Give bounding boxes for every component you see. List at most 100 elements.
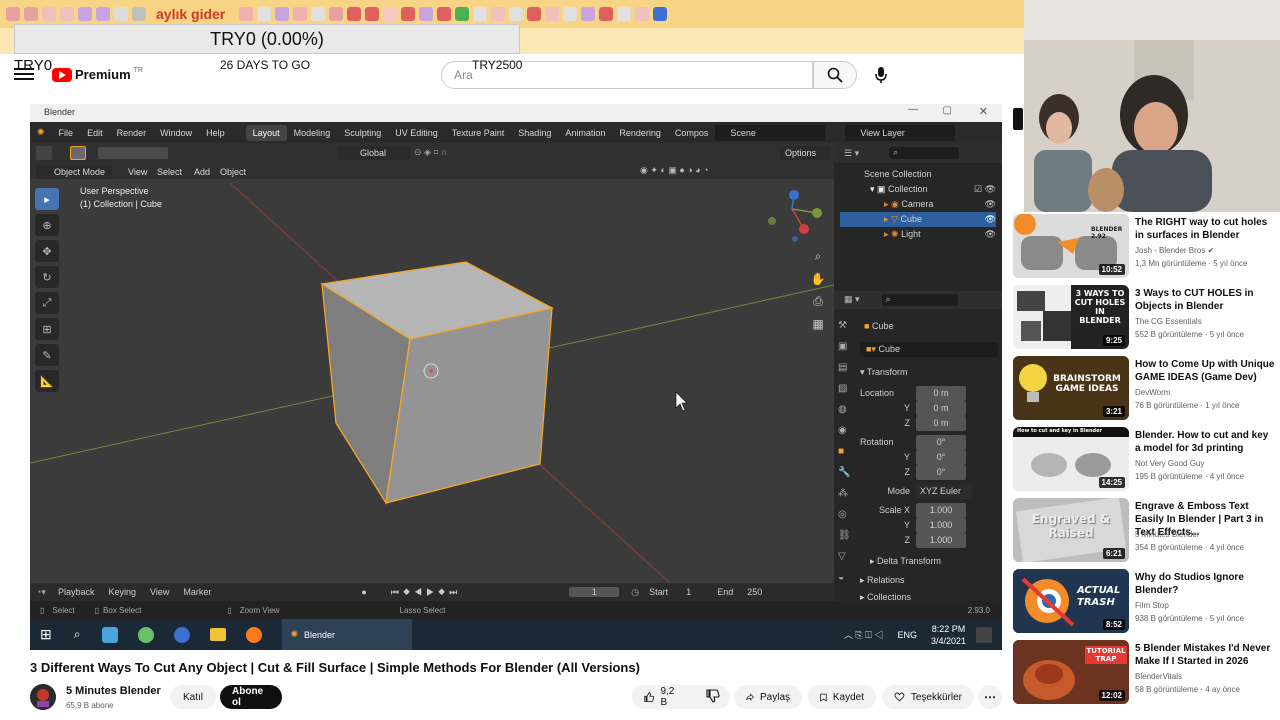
end-frame-field[interactable]: 250 [747, 587, 762, 597]
view-layer-tab-icon[interactable]: ▧ [838, 378, 854, 399]
system-tray-icons[interactable]: ︿ ⎘ ◫ ◁ [844, 628, 884, 641]
workspace-tab-sculpting[interactable]: Sculpting [337, 128, 388, 138]
data-tab-icon[interactable]: ▽ [838, 546, 854, 567]
workspace-tab-compositing[interactable]: Compos [668, 128, 716, 138]
video-thumbnail[interactable]: Engraved & Raised 6:21 [1013, 498, 1129, 562]
select-tool-icon[interactable] [70, 146, 86, 160]
viewport-menu-select[interactable]: Select [157, 167, 182, 177]
rotation-mode-dropdown[interactable]: XYZ Euler [916, 484, 972, 499]
measure-tool-icon[interactable]: 📐 [35, 370, 59, 392]
select-mode-buttons[interactable] [98, 147, 168, 159]
video-player[interactable]: Blender ✕ ▢ — ✺ File Edit Render Window … [30, 104, 1002, 650]
viewport-shading-icons[interactable]: ◉ ✦ ◐ ▣ ● ◑ ◕ ◔ [640, 165, 830, 179]
taskbar-search-icon[interactable]: ⌕ [74, 627, 81, 642]
video-thumbnail[interactable]: TUTORIAL TRAP 12:02 [1013, 640, 1129, 704]
rotation-y-field[interactable]: 0° [916, 450, 966, 465]
taskbar-language[interactable]: ENG [897, 630, 917, 640]
recommended-video[interactable]: How to cut and key in Blender 14:25 Blen… [1013, 427, 1275, 493]
channel-avatar[interactable] [30, 684, 56, 710]
window-minimize-icon[interactable]: — [908, 104, 918, 115]
outliner-scene-collection[interactable]: Scene Collection [840, 167, 996, 182]
save-button[interactable]: Kaydet [808, 685, 876, 709]
tab-favicon-icon[interactable] [617, 7, 632, 21]
windows-start-icon[interactable]: ⊞ [40, 626, 52, 643]
transform-panel-header[interactable]: ▾ Transform [860, 365, 998, 380]
workspace-tab-rendering[interactable]: Rendering [612, 128, 668, 138]
transform-orientation[interactable]: Global [338, 146, 410, 160]
workspace-tab-shading[interactable]: Shading [511, 128, 558, 138]
tab-favicon-icon[interactable] [78, 7, 92, 21]
playback-controls-icon[interactable]: ⏮◆◀▶◆⏭ [391, 587, 461, 598]
workspace-tab-animation[interactable]: Animation [558, 128, 612, 138]
taskbar-blender-button[interactable]: ✺ Blender [282, 619, 413, 650]
tab-favicon-icon[interactable] [96, 7, 110, 21]
pan-hand-icon[interactable]: ✋ [811, 272, 826, 286]
tab-favicon-icon[interactable] [239, 7, 254, 21]
editor-type-icon[interactable] [36, 146, 52, 160]
grid-icon[interactable]: ▦ [812, 317, 823, 331]
tab-favicon-icon[interactable] [383, 7, 398, 21]
scale-z-field[interactable]: 1.000 [916, 533, 966, 548]
tab-favicon-icon[interactable] [257, 7, 272, 21]
recommended-title[interactable]: Why do Studios Ignore Blender? [1135, 571, 1275, 597]
subscribe-button[interactable]: Abone ol [220, 685, 282, 709]
video-thumbnail[interactable]: 3 WAYS TO CUT HOLES IN BLENDER 9:25 [1013, 285, 1129, 349]
recommended-title[interactable]: How to Come Up with Unique GAME IDEAS (G… [1135, 358, 1275, 384]
tab-favicon-icon[interactable] [509, 7, 524, 21]
tab-favicon-icon[interactable] [347, 7, 362, 21]
outliner-search-icon[interactable]: ⌕ [889, 147, 960, 159]
hamburger-menu-icon[interactable] [14, 66, 34, 82]
particles-tab-icon[interactable]: ⁂ [838, 483, 854, 504]
tab-favicon-icon[interactable] [527, 7, 542, 21]
timeline-editor-icon[interactable]: ◔▾ [36, 587, 46, 598]
video-thumbnail[interactable]: ACTUAL TRASH 8:52 [1013, 569, 1129, 633]
window-close-icon[interactable]: ✕ [979, 105, 988, 118]
tab-favicon-icon[interactable] [563, 7, 578, 21]
channel-name[interactable]: 5 Minutes Blender [66, 685, 161, 697]
recommended-title[interactable]: 5 Blender Mistakes I'd Never Make If I S… [1135, 642, 1275, 668]
dislike-button[interactable] [706, 688, 720, 706]
workspace-tab-layout[interactable]: Layout [245, 124, 287, 141]
mode-dropdown[interactable]: Object Mode [36, 165, 112, 179]
outliner-item-camera[interactable]: ▸ ◉ Camera 👁 [840, 197, 996, 212]
video-thumbnail[interactable]: How to cut and key in Blender 14:25 [1013, 427, 1129, 491]
tab-favicon-icon[interactable] [581, 7, 596, 21]
tab-favicon-icon[interactable] [293, 7, 308, 21]
tab-favicon-icon[interactable] [437, 7, 452, 21]
menu-render[interactable]: Render [110, 128, 154, 138]
start-frame-field[interactable]: 1 [686, 587, 691, 597]
tab-favicon-icon[interactable] [132, 7, 146, 21]
tab-favicon-icon[interactable] [491, 7, 506, 21]
tab-favicon-icon[interactable] [365, 7, 380, 21]
options-dropdown[interactable]: Options [780, 146, 830, 160]
viewport-menu-view[interactable]: View [128, 167, 147, 177]
material-tab-icon[interactable]: ◒ [838, 567, 854, 588]
object-name-field[interactable]: ■▾ Cube [860, 342, 998, 357]
taskbar-chrome-icon[interactable] [174, 626, 191, 643]
menu-help[interactable]: Help [199, 128, 232, 138]
scale-x-field[interactable]: 1.000 [916, 503, 966, 518]
recommended-title[interactable]: Blender. How to cut and key a model for … [1135, 429, 1275, 455]
recommended-video[interactable]: BLENDER 2.92 10:52 The RIGHT way to cut … [1013, 214, 1275, 280]
file-explorer-icon[interactable] [210, 628, 227, 641]
share-button[interactable]: Paylaş [734, 685, 802, 709]
output-tab-icon[interactable]: ▤ [838, 357, 854, 378]
timeline-keying-menu[interactable]: Keying [109, 587, 137, 597]
timeline-view-menu[interactable]: View [150, 587, 169, 597]
object-tab-icon[interactable]: ■ [838, 441, 854, 462]
tab-favicon-icon[interactable] [42, 7, 56, 21]
view-layer-selector[interactable]: View Layer [845, 124, 956, 141]
video-thumbnail[interactable]: BRAINSTORM GAME IDEAS 3:21 [1013, 356, 1129, 420]
timeline-marker-menu[interactable]: Marker [183, 587, 211, 597]
tab-favicon-icon[interactable] [599, 7, 614, 21]
constraints-tab-icon[interactable]: ⛓ [838, 525, 854, 546]
recommended-channel[interactable]: Josh - Blender Bros ✔ [1135, 246, 1214, 255]
taskbar-clock[interactable]: 8:22 PM 3/4/2021 [931, 623, 966, 647]
rotation-x-field[interactable]: 0° [916, 435, 966, 450]
properties-search-icon[interactable]: ⌕ [881, 294, 958, 306]
join-button[interactable]: Katıl [170, 685, 216, 709]
taskbar-app-icon[interactable] [138, 626, 155, 643]
location-z-field[interactable]: 0 m [916, 416, 966, 431]
blender-logo-icon[interactable]: ✺ [30, 127, 52, 138]
3d-viewport[interactable] [30, 143, 834, 583]
